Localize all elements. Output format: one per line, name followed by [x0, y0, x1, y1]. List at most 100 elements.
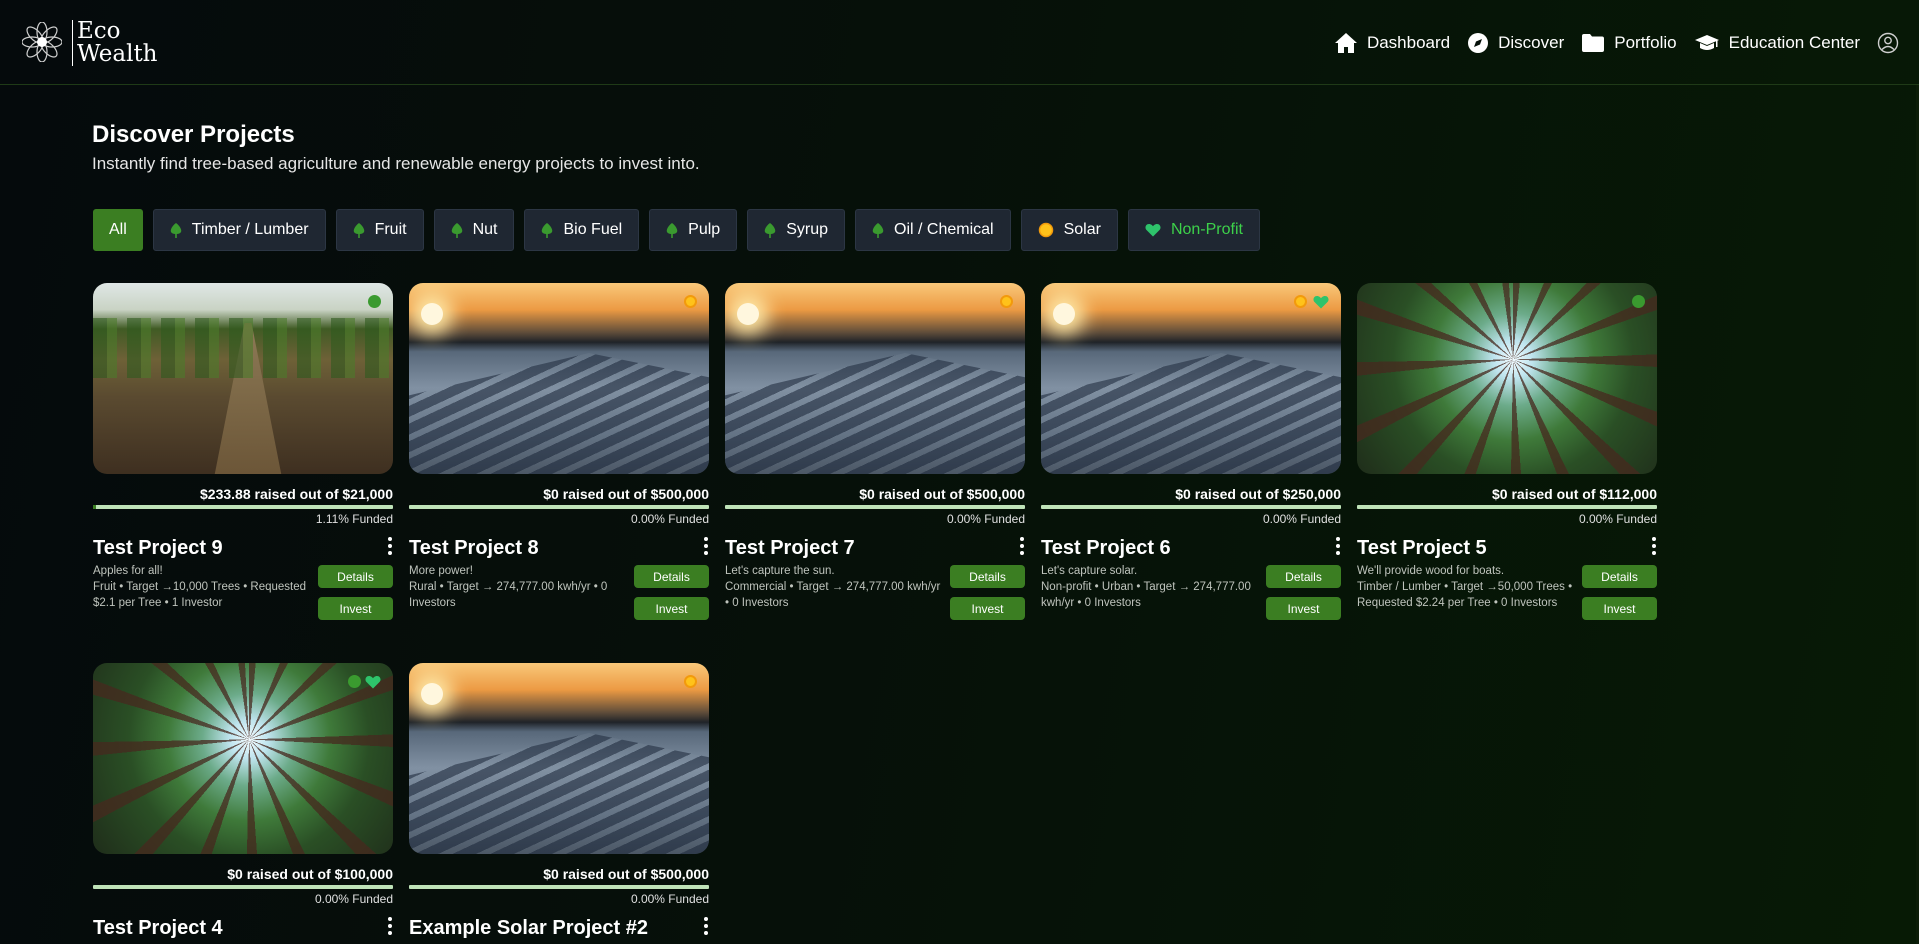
project-title[interactable]: Test Project 4: [93, 917, 393, 940]
details-button[interactable]: Details: [1582, 565, 1657, 588]
project-card[interactable]: $0 raised out of $112,000 0.00% Funded T…: [1357, 283, 1657, 620]
project-description: Let's capture solar.: [1041, 565, 1138, 577]
nav-dashboard-label: Dashboard: [1366, 33, 1451, 52]
filter-fruit-label: Fruit: [374, 221, 407, 238]
invest-button[interactable]: Invest: [634, 597, 709, 620]
tree-badge-icon: [348, 675, 361, 688]
invest-button[interactable]: Invest: [1266, 597, 1341, 620]
filter-syrup-label: Syrup: [786, 221, 828, 238]
ecowealth-logo[interactable]: Eco Wealth: [22, 20, 167, 66]
project-image-forest-canopy[interactable]: [1357, 283, 1657, 474]
funded-percent: 1.11% Funded: [315, 512, 393, 526]
more-options-icon[interactable]: [1019, 537, 1025, 557]
nav-dashboard[interactable]: Dashboard: [1334, 32, 1450, 54]
project-image-solar-roof[interactable]: [1041, 283, 1341, 474]
filter-non-profit[interactable]: Non-Profit: [1127, 209, 1260, 251]
compass-icon: [1468, 33, 1489, 53]
funding-progress-bar: [409, 505, 709, 509]
sun-badge-icon: [684, 295, 697, 308]
more-options-icon[interactable]: [1335, 537, 1341, 557]
invest-button[interactable]: Invest: [950, 597, 1025, 620]
project-description: Apples for all!: [93, 565, 163, 577]
project-card[interactable]: $0 raised out of $500,000 0.00% Funded T…: [725, 283, 1025, 620]
more-options-icon[interactable]: [703, 537, 709, 557]
raised-amount: $0 raised out of $500,000: [543, 486, 709, 502]
project-title[interactable]: Test Project 5: [1357, 537, 1657, 560]
project-card[interactable]: $233.88 raised out of $21,000 1.11% Fund…: [93, 283, 393, 620]
top-nav-bar: Eco Wealth Dashboard Discover Portfolio …: [0, 0, 1919, 85]
tree-icon: [353, 222, 365, 238]
page-title: Discover Projects: [92, 121, 295, 148]
project-card[interactable]: $0 raised out of $500,000 0.00% Funded T…: [409, 283, 709, 620]
tree-badge-icon: [1632, 295, 1645, 308]
filter-bio-fuel[interactable]: Bio Fuel: [524, 209, 640, 251]
sun-badge-icon: [1000, 295, 1013, 308]
funding-progress-fill: [93, 505, 97, 509]
more-options-icon[interactable]: [703, 917, 709, 937]
tree-badge-icon: [368, 295, 381, 308]
filter-all[interactable]: All: [93, 209, 143, 251]
nav-portfolio[interactable]: Portfolio: [1581, 33, 1677, 53]
filter-non-profit-label: Non-Profit: [1170, 221, 1243, 238]
details-button[interactable]: Details: [318, 565, 393, 588]
heart-badge-icon: [365, 676, 381, 689]
nav-portfolio-label: Portfolio: [1614, 33, 1677, 52]
project-image-solar-roof[interactable]: [725, 283, 1025, 474]
project-card[interactable]: $0 raised out of $500,000 0.00% Funded E…: [409, 663, 709, 941]
filter-solar[interactable]: Solar: [1020, 209, 1118, 251]
tree-icon: [170, 222, 182, 238]
funded-percent: 0.00% Funded: [314, 892, 393, 906]
filter-oil-chemical-label: Oil / Chemical: [894, 221, 994, 238]
filter-syrup[interactable]: Syrup: [747, 209, 845, 251]
brand-line-2: Wealth: [77, 41, 158, 67]
project-image-crop-field[interactable]: [93, 283, 393, 474]
category-filters: All Timber / Lumber Fruit Nut Bio Fuel P…: [93, 209, 1270, 251]
project-description: Let's capture the sun.: [725, 565, 835, 577]
filter-bio-fuel-label: Bio Fuel: [563, 221, 623, 238]
project-image-forest-canopy[interactable]: [93, 663, 393, 854]
project-title[interactable]: Test Project 8: [409, 537, 709, 560]
invest-button[interactable]: Invest: [318, 597, 393, 620]
raised-amount: $233.88 raised out of $21,000: [200, 486, 393, 502]
flower-logo-icon: [22, 22, 62, 62]
funding-progress-bar: [1041, 505, 1341, 509]
project-meta: Timber / Lumber • Target →50,000 Trees •…: [1357, 581, 1573, 609]
project-image-solar-roof[interactable]: [409, 663, 709, 854]
nav-education-label: Education Center: [1728, 33, 1860, 52]
funding-progress-bar: [1357, 505, 1657, 509]
more-options-icon[interactable]: [1651, 537, 1657, 557]
project-title[interactable]: Test Project 6: [1041, 537, 1341, 560]
invest-button[interactable]: Invest: [1582, 597, 1657, 620]
more-options-icon[interactable]: [387, 537, 393, 557]
filter-nut-label: Nut: [472, 221, 498, 238]
raised-amount: $0 raised out of $250,000: [1175, 486, 1341, 502]
project-card[interactable]: $0 raised out of $250,000 0.00% Funded T…: [1041, 283, 1341, 620]
more-options-icon[interactable]: [387, 917, 393, 937]
project-title[interactable]: Test Project 9: [93, 537, 393, 560]
funded-percent: 0.00% Funded: [630, 512, 709, 526]
funding-progress-bar: [409, 885, 709, 889]
filter-oil-chemical[interactable]: Oil / Chemical: [855, 209, 1011, 251]
tree-icon: [666, 222, 678, 238]
filter-nut[interactable]: Nut: [433, 209, 515, 251]
sun-icon: [1038, 222, 1054, 238]
details-button[interactable]: Details: [1266, 565, 1341, 588]
user-account-button[interactable]: [1877, 32, 1899, 54]
details-button[interactable]: Details: [950, 565, 1025, 588]
heart-icon: [1145, 223, 1161, 237]
funding-progress-bar: [725, 505, 1025, 509]
project-title[interactable]: Example Solar Project #2: [409, 917, 709, 940]
raised-amount: $0 raised out of $100,000: [227, 866, 393, 882]
project-title[interactable]: Test Project 7: [725, 537, 1025, 560]
tree-icon: [764, 222, 776, 238]
project-card[interactable]: $0 raised out of $100,000 0.00% Funded T…: [93, 663, 393, 941]
filter-pulp[interactable]: Pulp: [649, 209, 738, 251]
project-image-solar-roof[interactable]: [409, 283, 709, 474]
nav-discover[interactable]: Discover: [1467, 32, 1564, 54]
nav-education-center[interactable]: Education Center: [1694, 33, 1860, 53]
filter-fruit[interactable]: Fruit: [335, 209, 424, 251]
filter-timber-lumber-label: Timber / Lumber: [191, 221, 309, 238]
details-button[interactable]: Details: [634, 565, 709, 588]
funded-percent: 0.00% Funded: [630, 892, 709, 906]
filter-timber-lumber[interactable]: Timber / Lumber: [152, 209, 326, 251]
